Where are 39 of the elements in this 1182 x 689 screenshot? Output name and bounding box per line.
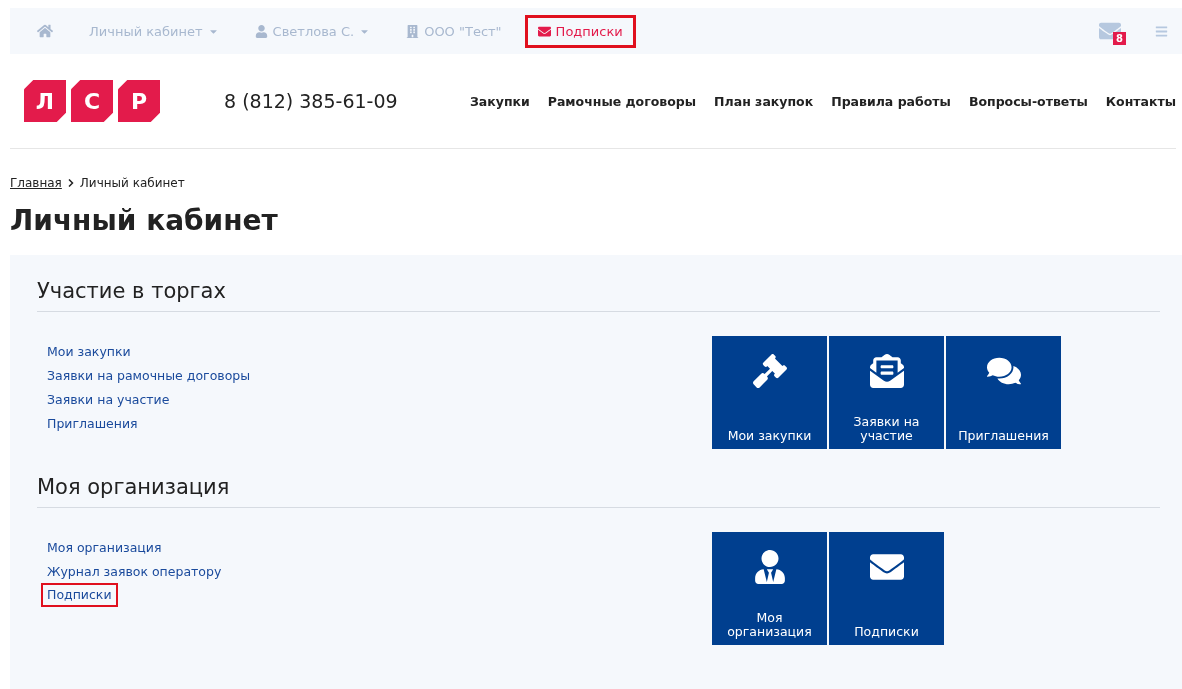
section-link[interactable]: Мои закупки — [41, 340, 137, 364]
topbar-link[interactable]: Подписки — [524, 14, 636, 48]
user-icon — [254, 24, 268, 38]
envelope-icon — [537, 24, 551, 38]
envelope-icon — [1099, 20, 1121, 42]
tile-button[interactable]: Моя организация — [712, 532, 827, 645]
section-link[interactable]: Подписки — [41, 583, 118, 607]
breadcrumb-current: Личный кабинет — [79, 176, 185, 190]
section-title: Участие в торгах — [37, 279, 1160, 312]
section-title: Моя организация — [37, 475, 1160, 508]
home-icon — [37, 23, 53, 39]
logo-letter: Л — [24, 80, 66, 122]
building-icon — [406, 24, 420, 38]
tile-button[interactable]: Мои закупки — [712, 336, 827, 449]
logo-letter: Р — [118, 80, 160, 122]
logo-letter: С — [71, 80, 113, 122]
section-link[interactable]: Моя организация — [41, 536, 168, 560]
nav-link[interactable]: Рамочные договоры — [547, 93, 697, 109]
nav-link[interactable]: Вопросы-ответы — [968, 93, 1088, 109]
nav-link[interactable]: План закупок — [714, 93, 814, 109]
nav-link[interactable]: Контакты — [1105, 93, 1176, 109]
tile-button[interactable]: Приглашения — [946, 336, 1061, 449]
section-link[interactable]: Журнал заявок оператору — [41, 560, 228, 584]
phone-number: 8 (812) 385-61-09 — [224, 90, 399, 112]
page-title: Личный кабинет — [10, 204, 279, 237]
tile-button[interactable]: Подписки — [829, 532, 944, 645]
envelope-icon — [869, 354, 904, 388]
nav-link[interactable]: Закупки — [469, 93, 530, 109]
menu-icon[interactable] — [1155, 24, 1168, 38]
chevron-icon — [67, 179, 74, 187]
count-badge: 8 — [1113, 32, 1126, 45]
nav-link[interactable]: Правила работы — [831, 93, 951, 109]
gavel-icon — [752, 354, 787, 388]
section-link[interactable]: Заявки на рамочные договоры — [41, 364, 257, 388]
section-link[interactable]: Приглашения — [41, 412, 144, 436]
breadcrumb-link[interactable]: Главная — [10, 176, 62, 190]
tile-button[interactable]: Заявки на участие — [829, 336, 944, 449]
section-link[interactable]: Заявки на участие — [41, 388, 176, 412]
messages-button[interactable]: 8 — [1099, 18, 1125, 44]
